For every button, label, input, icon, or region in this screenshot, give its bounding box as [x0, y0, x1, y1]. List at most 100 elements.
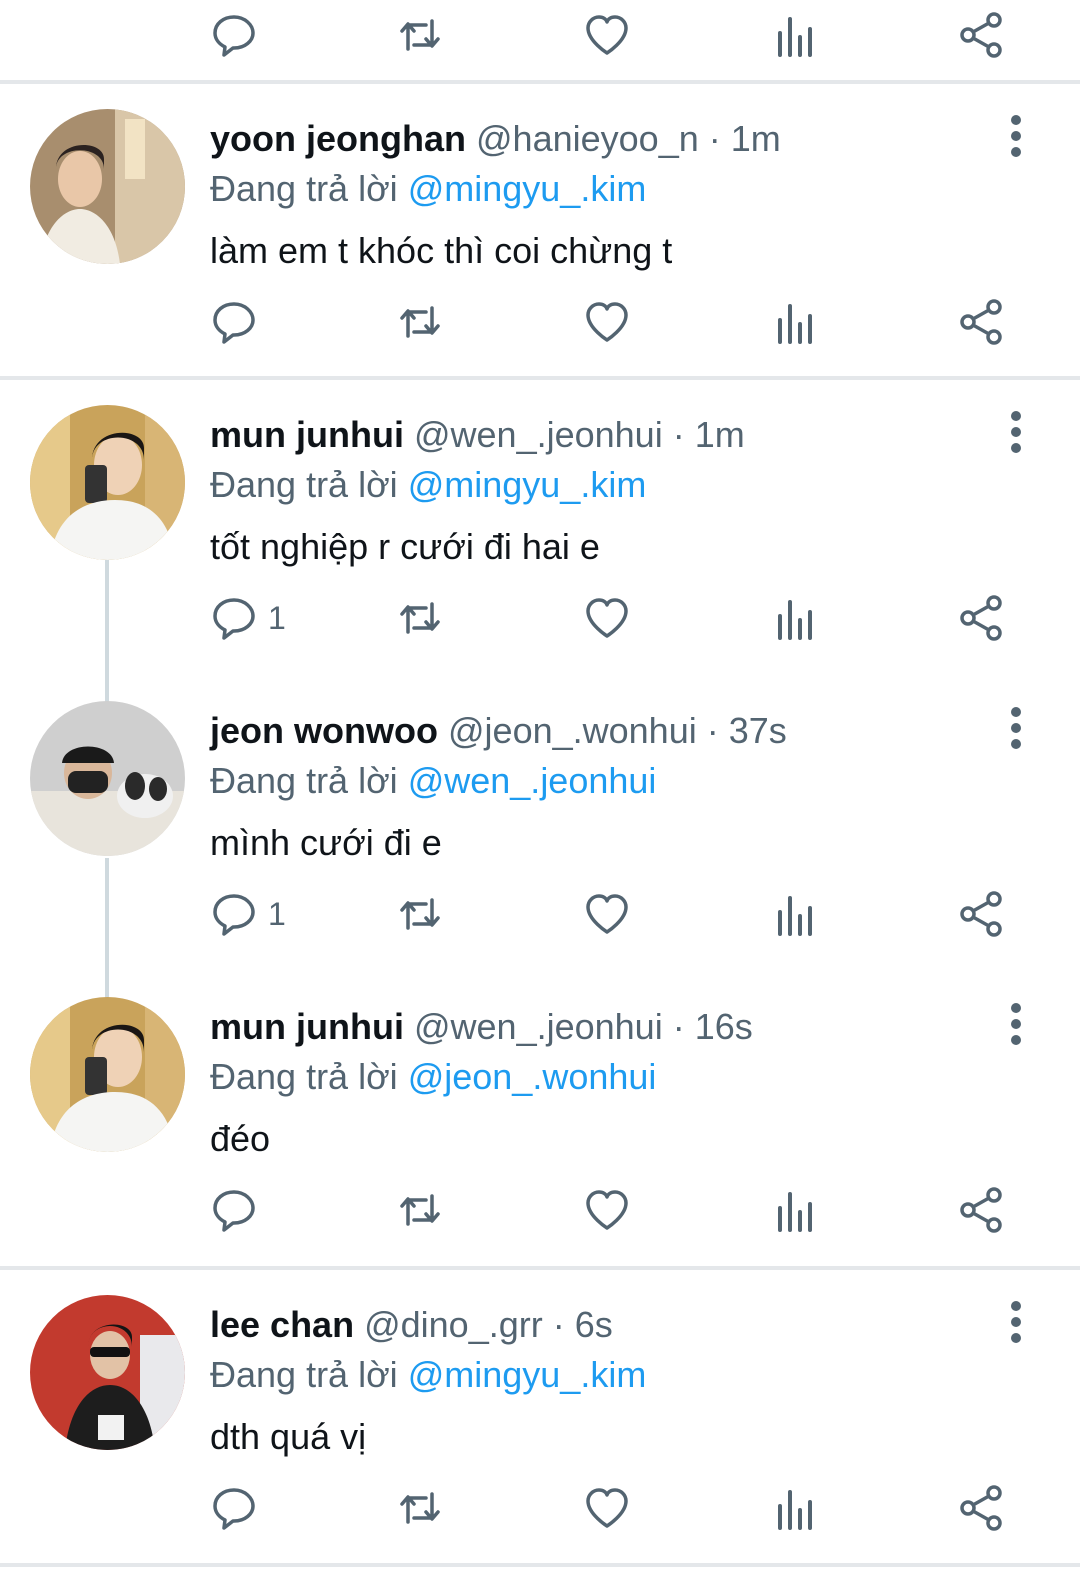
like-button[interactable] [583, 1478, 631, 1538]
share-button[interactable] [957, 884, 1005, 944]
reply-context: Đang trả lời @mingyu_.kim [210, 460, 980, 510]
tweet-header: lee chan @dino_.grr · 6s [210, 1300, 980, 1350]
like-button[interactable] [583, 5, 631, 65]
avatar[interactable] [30, 405, 185, 560]
mention-link[interactable]: @wen_.jeonhui [408, 760, 657, 801]
reply-button[interactable]: 1 [210, 884, 286, 944]
reply-prefix: Đang trả lời [210, 168, 398, 209]
tweet-body: lee chan @dino_.grr · 6s Đang trả lời @m… [210, 1300, 980, 1462]
reply-context: Đang trả lời @mingyu_.kim [210, 1350, 980, 1400]
reply-button[interactable] [210, 1478, 268, 1538]
display-name[interactable]: jeon wonwoo [210, 710, 438, 751]
share-button[interactable] [957, 1478, 1005, 1538]
reply-button[interactable] [210, 292, 268, 352]
mention-link[interactable]: @mingyu_.kim [408, 1354, 647, 1395]
avatar[interactable] [30, 997, 185, 1152]
retweet-button[interactable] [396, 588, 444, 648]
timestamp[interactable]: · 16s [673, 1006, 753, 1047]
views-button[interactable] [770, 1478, 818, 1538]
views-icon [770, 11, 818, 59]
retweet-button[interactable] [396, 5, 444, 65]
action-bar [0, 5, 1080, 65]
tweet[interactable]: jeon wonwoo @jeon_.wonhui · 37s Đang trả… [0, 676, 1080, 973]
action-bar [0, 292, 1080, 352]
reply-count: 1 [268, 599, 286, 636]
tweet[interactable]: lee chan @dino_.grr · 6s Đang trả lời @m… [0, 1270, 1080, 1567]
views-icon [770, 1484, 818, 1532]
views-button[interactable] [770, 292, 818, 352]
share-icon [957, 594, 1005, 642]
reply-icon [210, 1484, 258, 1532]
like-icon [583, 298, 631, 346]
avatar[interactable] [30, 701, 185, 856]
share-button[interactable] [957, 292, 1005, 352]
retweet-button[interactable] [396, 884, 444, 944]
handle[interactable]: @hanieyoo_n [476, 118, 699, 159]
action-bar: 1 [0, 588, 1080, 648]
timestamp[interactable]: · 37s [707, 710, 787, 751]
display-name[interactable]: mun junhui [210, 1006, 404, 1047]
retweet-button[interactable] [396, 292, 444, 352]
timestamp[interactable]: · 1m [673, 414, 745, 455]
views-button[interactable] [770, 1180, 818, 1240]
retweet-button[interactable] [396, 1180, 444, 1240]
views-icon [770, 594, 818, 642]
mention-link[interactable]: @jeon_.wonhui [408, 1056, 657, 1097]
retweet-icon [396, 11, 444, 59]
tweet[interactable]: mun junhui @wen_.jeonhui · 1m Đang trả l… [0, 380, 1080, 677]
like-button[interactable] [583, 588, 631, 648]
handle[interactable]: @jeon_.wonhui [448, 710, 697, 751]
reply-icon [210, 594, 258, 642]
views-button[interactable] [770, 5, 818, 65]
share-icon [957, 298, 1005, 346]
retweet-icon [396, 594, 444, 642]
action-bar [0, 1180, 1080, 1240]
reply-prefix: Đang trả lời [210, 1056, 398, 1097]
share-button[interactable] [957, 588, 1005, 648]
tweet-text: đéo [210, 1118, 271, 1159]
like-button[interactable] [583, 1180, 631, 1240]
tweet[interactable]: yoon jeonghan @hanieyoo_n · 1m Đang trả … [0, 84, 1080, 381]
share-button[interactable] [957, 1180, 1005, 1240]
retweet-icon [396, 890, 444, 938]
views-button[interactable] [770, 588, 818, 648]
reply-icon [210, 11, 258, 59]
views-button[interactable] [770, 884, 818, 944]
share-icon [957, 11, 1005, 59]
tweet-header: jeon wonwoo @jeon_.wonhui · 37s [210, 706, 980, 756]
share-button[interactable] [957, 5, 1005, 65]
timestamp[interactable]: · 6s [553, 1304, 613, 1345]
display-name[interactable]: mun junhui [210, 414, 404, 455]
avatar[interactable] [30, 109, 185, 264]
like-icon [583, 1186, 631, 1234]
mention-link[interactable]: @mingyu_.kim [408, 464, 647, 505]
reply-context: Đang trả lời @mingyu_.kim [210, 164, 980, 214]
handle[interactable]: @wen_.jeonhui [414, 1006, 663, 1047]
display-name[interactable]: yoon jeonghan [210, 118, 466, 159]
handle[interactable]: @dino_.grr [364, 1304, 543, 1345]
reply-button[interactable]: 1 [210, 588, 286, 648]
like-button[interactable] [583, 884, 631, 944]
retweet-button[interactable] [396, 1478, 444, 1538]
tweet-body: mun junhui @wen_.jeonhui · 16s Đang trả … [210, 1002, 980, 1164]
reply-button[interactable] [210, 1180, 268, 1240]
reply-button[interactable] [210, 5, 258, 65]
mention-link[interactable]: @mingyu_.kim [408, 168, 647, 209]
display-name[interactable]: lee chan [210, 1304, 354, 1345]
more-icon[interactable] [1000, 1300, 1032, 1344]
reply-prefix: Đang trả lời [210, 760, 398, 801]
reply-context: Đang trả lời @jeon_.wonhui [210, 1052, 980, 1102]
timestamp[interactable]: · 1m [709, 118, 781, 159]
more-icon[interactable] [1000, 706, 1032, 750]
avatar[interactable] [30, 1295, 185, 1450]
handle[interactable]: @wen_.jeonhui [414, 414, 663, 455]
tweet[interactable]: mun junhui @wen_.jeonhui · 16s Đang trả … [0, 972, 1080, 1269]
more-icon[interactable] [1000, 1002, 1032, 1046]
action-bar: 1 [0, 884, 1080, 944]
tweet-text: tốt nghiệp r cưới đi hai e [210, 526, 600, 567]
reply-icon [210, 890, 258, 938]
more-icon[interactable] [1000, 410, 1032, 454]
views-icon [770, 1186, 818, 1234]
more-icon[interactable] [1000, 114, 1032, 158]
like-button[interactable] [583, 292, 631, 352]
